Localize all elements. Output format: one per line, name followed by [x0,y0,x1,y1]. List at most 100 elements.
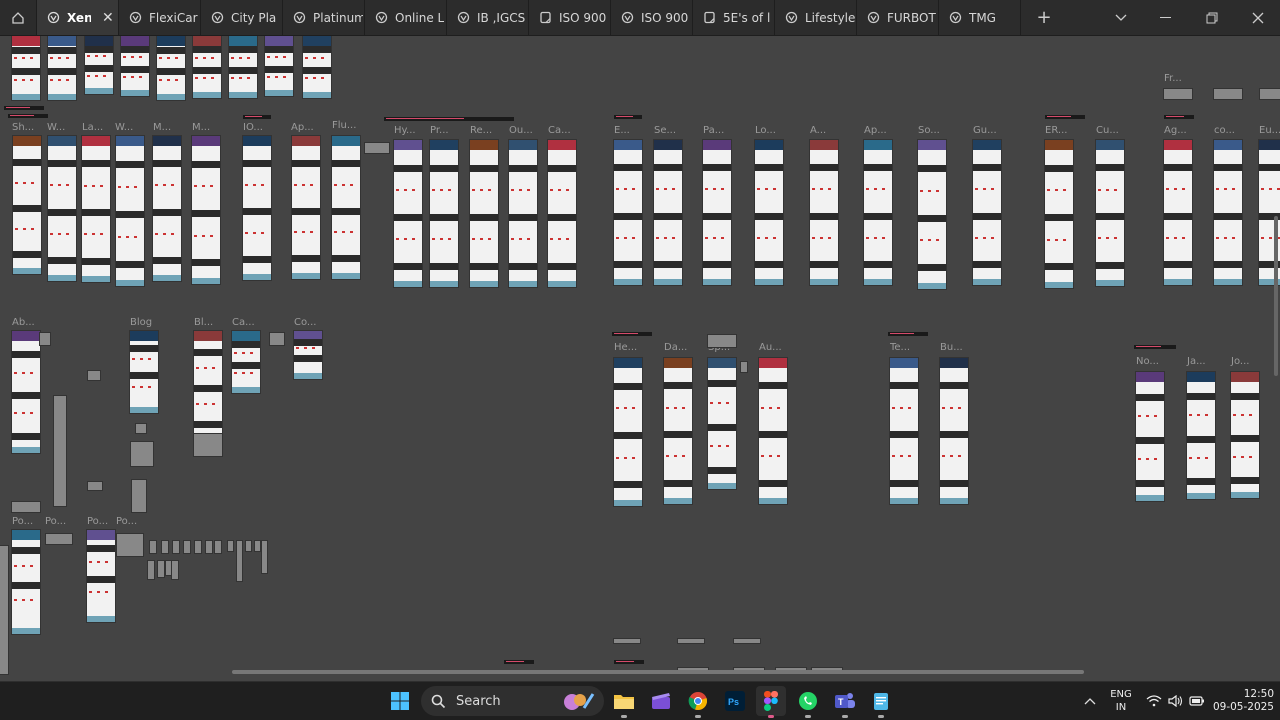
artboard-frame[interactable] [1045,140,1073,288]
thumbnail-frame[interactable] [131,442,153,466]
thumbnail-frame[interactable] [215,541,221,553]
artboard-frame[interactable] [292,136,320,279]
artboard-frame[interactable] [130,331,158,413]
frame-title[interactable]: Po... [45,516,66,527]
thumbnail-frame[interactable] [246,541,251,551]
artboard-frame[interactable] [1214,140,1242,285]
frame-title[interactable]: Ap... [864,125,887,136]
chrome-button[interactable] [683,686,713,718]
thumbnail-frame[interactable] [54,396,66,506]
artboard-frame[interactable] [614,140,642,285]
figma-button[interactable] [756,686,786,718]
thumbnail-frame[interactable] [1164,89,1192,99]
artboard-frame[interactable] [265,36,293,96]
artboard-frame[interactable] [332,136,360,279]
artboard-frame[interactable] [708,358,736,489]
quick-settings-button[interactable] [1142,686,1208,716]
artboard-frame[interactable] [232,331,260,393]
thumbnail-frame[interactable] [173,541,179,553]
frame-title[interactable]: So... [918,125,940,136]
thumbnail-frame[interactable] [148,561,154,579]
frame-title[interactable]: M... [192,122,210,133]
thumbnail-frame[interactable] [237,541,242,581]
frame-title[interactable]: M... [153,122,171,133]
artboard-frame[interactable] [116,136,144,286]
thumbnail-frame[interactable] [708,335,736,347]
thumbnail-frame[interactable] [734,639,760,643]
thumbnail-frame[interactable] [46,534,72,544]
frame-title[interactable]: Fr... [1164,73,1182,84]
artboard-frame[interactable] [12,530,40,634]
frame-title[interactable]: IO... [243,122,263,133]
artboard-frame[interactable] [1096,140,1124,286]
frame-title[interactable]: Cu... [1096,125,1119,136]
artboard-frame[interactable] [193,36,221,98]
thumbnail-frame[interactable] [88,371,100,380]
thumbnail-frame[interactable] [150,541,156,553]
frame-title[interactable]: Ag... [1164,125,1187,136]
thumbnail-frame[interactable] [184,541,190,553]
thumbnail-frame[interactable] [365,143,389,153]
artboard-frame[interactable] [13,136,41,274]
thumbnail-frame[interactable] [228,541,233,551]
artboard-frame[interactable] [1231,372,1259,498]
frame-title[interactable]: Po... [87,516,108,527]
home-button[interactable] [0,0,37,35]
frame-title[interactable]: Blog [130,317,152,328]
frame-title[interactable]: Ja... [1187,356,1206,367]
file-explorer-button[interactable] [609,686,639,718]
thumbnail-frame[interactable] [172,561,178,579]
artboard-frame[interactable] [153,136,181,281]
frame-title[interactable]: Jo... [1231,356,1249,367]
artboard-frame[interactable] [229,36,257,98]
frame-title[interactable]: Lo... [755,125,776,136]
thumbnail-frame[interactable] [136,424,146,433]
frame-title[interactable]: Po... [116,516,137,527]
frame-title[interactable]: W... [47,122,65,133]
frame-title[interactable]: Gu... [973,125,997,136]
frame-title[interactable]: Pr... [430,125,449,136]
tab-furbot[interactable]: FURBOT [857,0,939,35]
artboard-frame[interactable] [243,136,271,280]
artboard-frame[interactable] [890,358,918,504]
vertical-scrollbar[interactable] [1274,216,1278,376]
artboard-frame[interactable] [918,140,946,289]
whatsapp-button[interactable] [793,686,823,718]
artboard-frame[interactable] [82,136,110,282]
show-hidden-icons-button[interactable] [1075,686,1105,716]
frame-title[interactable]: Pa... [703,125,724,136]
thumbnail-frame[interactable] [195,541,201,553]
artboard-frame[interactable] [940,358,968,504]
artboard-frame[interactable] [48,36,76,100]
artboard-frame[interactable] [810,140,838,285]
teams-button[interactable]: T [830,686,860,718]
language-indicator[interactable]: ENG IN [1106,688,1136,714]
frame-title[interactable]: Au... [759,342,782,353]
frame-title[interactable]: Te... [890,342,910,353]
start-button[interactable] [385,686,415,716]
artboard-frame[interactable] [303,36,331,98]
tab-tmg[interactable]: TMG [939,0,1021,35]
thumbnail-frame[interactable] [678,639,704,643]
tab-online[interactable]: Online L [365,0,447,35]
thumbnail-frame[interactable] [741,362,747,372]
artboard-frame[interactable] [12,36,40,100]
thumbnail-frame[interactable] [614,639,640,643]
frame-title[interactable]: Ab... [12,317,35,328]
artboard-frame[interactable] [548,140,576,287]
artboard-frame[interactable] [192,136,220,284]
artboard-frame[interactable] [294,331,322,379]
frame-title[interactable]: No... [1136,356,1159,367]
frame-title[interactable]: A... [810,125,826,136]
frame-title[interactable]: ER... [1045,125,1067,136]
thumbnail-frame[interactable] [1214,89,1242,99]
frame-title[interactable]: La... [82,122,103,133]
taskbar-search[interactable]: Search [421,686,604,716]
frame-title[interactable]: Bl... [194,317,213,328]
frame-title[interactable]: E... [614,125,630,136]
thumbnail-frame[interactable] [12,502,40,512]
thumbnail-frame[interactable] [0,546,8,674]
artboard-frame[interactable] [864,140,892,285]
frame-title[interactable]: Flu... [332,120,356,131]
frame-title[interactable]: Re... [470,125,492,136]
